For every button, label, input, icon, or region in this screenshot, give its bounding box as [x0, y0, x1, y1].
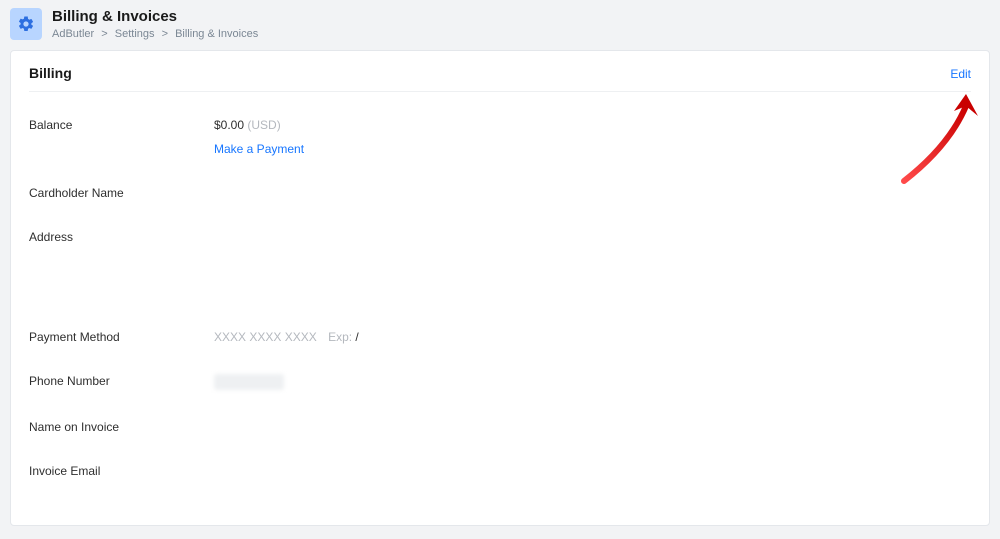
- payment-method-label: Payment Method: [29, 330, 214, 344]
- invoice-email-label: Invoice Email: [29, 464, 214, 478]
- phone-label: Phone Number: [29, 374, 214, 388]
- name-on-invoice-label: Name on Invoice: [29, 420, 214, 434]
- phone-value: [214, 374, 284, 390]
- page-title: Billing & Invoices: [52, 8, 258, 26]
- cardholder-label: Cardholder Name: [29, 186, 214, 200]
- exp-label: Exp:: [328, 330, 352, 344]
- name-on-invoice-row: Name on Invoice: [29, 420, 971, 434]
- balance-value: $0.00 (USD): [214, 118, 281, 132]
- make-payment-row: Make a Payment: [214, 142, 971, 156]
- balance-currency: (USD): [247, 118, 280, 132]
- address-label: Address: [29, 230, 214, 244]
- section-header: Billing Edit: [29, 65, 971, 92]
- balance-row: Balance $0.00 (USD): [29, 118, 971, 132]
- topbar: Billing & Invoices AdButler > Settings >…: [0, 0, 1000, 40]
- phone-row: Phone Number: [29, 374, 971, 390]
- breadcrumb-item: Billing & Invoices: [175, 28, 258, 40]
- balance-amount: $0.00: [214, 118, 244, 132]
- invoice-email-row: Invoice Email: [29, 464, 971, 478]
- balance-label: Balance: [29, 118, 214, 132]
- section-title: Billing: [29, 65, 72, 81]
- edit-button[interactable]: Edit: [950, 67, 971, 81]
- cardholder-row: Cardholder Name: [29, 186, 971, 200]
- address-row: Address: [29, 230, 971, 300]
- exp-value: /: [355, 330, 358, 344]
- billing-card: Billing Edit Balance $0.00 (USD) Make a …: [10, 50, 990, 526]
- card-masked: XXXX XXXX XXXX: [214, 330, 317, 344]
- gear-icon: [17, 15, 35, 33]
- title-block: Billing & Invoices AdButler > Settings >…: [52, 6, 258, 40]
- breadcrumb-item[interactable]: AdButler: [52, 28, 94, 40]
- breadcrumb-item[interactable]: Settings: [115, 28, 155, 40]
- phone-redacted: [214, 374, 284, 390]
- breadcrumb-separator: >: [162, 28, 168, 40]
- breadcrumb: AdButler > Settings > Billing & Invoices: [52, 28, 258, 40]
- settings-app-icon: [10, 8, 42, 40]
- breadcrumb-separator: >: [101, 28, 107, 40]
- make-payment-link[interactable]: Make a Payment: [214, 142, 304, 156]
- payment-method-row: Payment Method XXXX XXXX XXXX Exp: /: [29, 330, 971, 344]
- payment-method-value: XXXX XXXX XXXX Exp: /: [214, 330, 359, 344]
